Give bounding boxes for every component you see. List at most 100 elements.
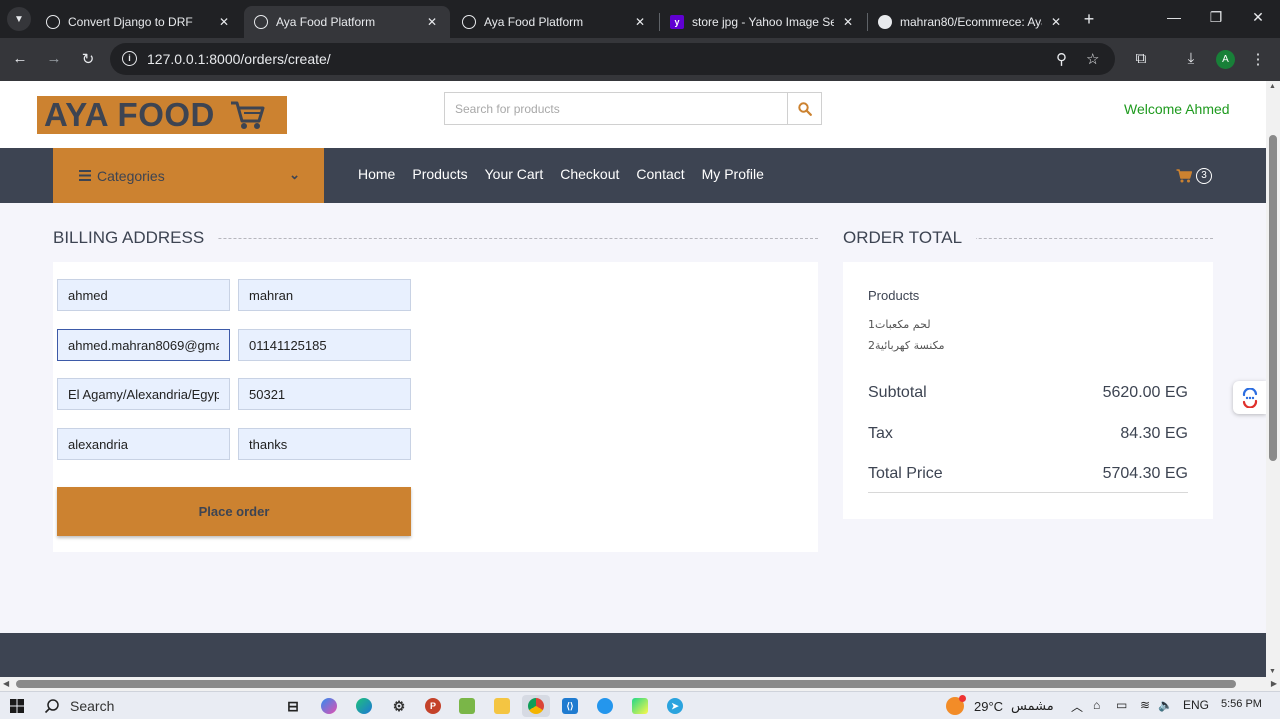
bookmark-star-icon[interactable]: ☆ bbox=[1086, 50, 1099, 68]
tab-search-dropdown-icon[interactable]: ▼ bbox=[7, 7, 31, 31]
logo-text: AYA FOOD bbox=[44, 96, 215, 133]
categories-label: Categories bbox=[97, 167, 165, 184]
postal-code-field[interactable] bbox=[238, 378, 411, 410]
telegram-icon[interactable]: ➤ bbox=[661, 695, 689, 717]
close-icon[interactable]: ✕ bbox=[1048, 15, 1064, 29]
download-icon[interactable]: ⤓ bbox=[1181, 50, 1201, 67]
scroll-right-icon[interactable]: ▶ bbox=[1271, 679, 1277, 688]
place-order-button[interactable]: Place order bbox=[57, 487, 411, 536]
close-icon[interactable]: ✕ bbox=[216, 15, 232, 29]
pycharm-icon[interactable] bbox=[626, 695, 654, 717]
site-logo[interactable]: AYA FOOD bbox=[37, 96, 287, 134]
tax-row: Tax 84.30 EG bbox=[868, 425, 1188, 443]
nav-link-contact[interactable]: Contact bbox=[636, 166, 684, 182]
battery-icon[interactable]: ▭ bbox=[1116, 698, 1127, 712]
browser-menu-icon[interactable]: ⋮ bbox=[1248, 50, 1268, 68]
address-url[interactable]: 127.0.0.1:8000/orders/create/ bbox=[147, 51, 331, 67]
nav-link-home[interactable]: Home bbox=[358, 166, 395, 182]
window-close-icon[interactable]: ✕ bbox=[1248, 9, 1268, 26]
profile-avatar[interactable]: A bbox=[1216, 50, 1235, 69]
tray-device-icon[interactable]: ⌂ bbox=[1093, 698, 1100, 712]
product-search bbox=[444, 92, 822, 125]
task-view-icon[interactable]: ⊟ bbox=[279, 695, 307, 717]
scrollbar-thumb[interactable] bbox=[16, 680, 1236, 688]
horizontal-scrollbar[interactable]: ◀ ▶ bbox=[0, 677, 1280, 691]
last-name-field[interactable] bbox=[238, 279, 411, 311]
close-icon[interactable]: ✕ bbox=[840, 15, 856, 29]
site-info-icon[interactable]: i bbox=[122, 51, 137, 66]
browser-tab-1[interactable]: Convert Django to DRF ✕ bbox=[36, 6, 242, 38]
forward-arrow-icon[interactable]: → bbox=[44, 50, 64, 67]
wifi-icon[interactable]: ≋ bbox=[1140, 698, 1150, 712]
site-footer bbox=[0, 633, 1266, 677]
taskbar-search[interactable]: Search bbox=[44, 696, 114, 716]
tab-title: mahran80/Ecommrece: Aya bbox=[900, 15, 1042, 29]
browser-tab-4[interactable]: y store jpg - Yahoo Image Sea ✕ bbox=[660, 6, 866, 38]
new-tab-icon[interactable]: + bbox=[1079, 9, 1099, 30]
extensions-icon[interactable]: ⧉ bbox=[1131, 50, 1151, 67]
input-language[interactable]: ENG bbox=[1183, 698, 1209, 712]
tray-chevron-up-icon[interactable]: ︿ bbox=[1071, 698, 1083, 715]
vertical-scrollbar[interactable]: ▲ ▼ bbox=[1266, 81, 1280, 677]
file-explorer-icon[interactable] bbox=[488, 695, 516, 717]
billing-title: BILLING ADDRESS bbox=[53, 228, 219, 248]
search-input[interactable] bbox=[445, 93, 787, 124]
minimize-icon[interactable]: — bbox=[1164, 9, 1184, 25]
categories-dropdown[interactable]: Categories ⌄ bbox=[53, 148, 324, 203]
nav-link-products[interactable]: Products bbox=[412, 166, 467, 182]
page-viewport: AYA FOOD Welcome Ahmed bbox=[0, 81, 1266, 677]
sun-icon bbox=[946, 695, 966, 715]
search-button[interactable] bbox=[787, 93, 821, 124]
scroll-up-icon[interactable]: ▲ bbox=[1269, 83, 1276, 90]
welcome-message: Welcome Ahmed bbox=[1124, 101, 1230, 117]
browser-tab-3[interactable]: Aya Food Platform ✕ bbox=[452, 6, 658, 38]
email-field[interactable] bbox=[57, 329, 230, 361]
powerpoint-icon[interactable]: P bbox=[419, 695, 447, 717]
note-field[interactable] bbox=[238, 428, 411, 460]
browser-tab-5[interactable]: mahran80/Ecommrece: Aya ✕ bbox=[868, 6, 1074, 38]
phone-field[interactable] bbox=[238, 329, 411, 361]
notepad-icon[interactable] bbox=[453, 695, 481, 717]
tab-title: Aya Food Platform bbox=[484, 15, 584, 29]
order-item: مكنسة كهربائية2 bbox=[868, 339, 945, 352]
close-icon[interactable]: ✕ bbox=[424, 15, 440, 29]
cart-link[interactable]: 3 bbox=[1176, 163, 1212, 189]
nav-link-checkout[interactable]: Checkout bbox=[560, 166, 619, 182]
products-label: Products bbox=[868, 288, 920, 303]
copilot-icon[interactable] bbox=[315, 695, 343, 717]
zoom-search-icon[interactable]: ⚲ bbox=[1056, 50, 1067, 68]
scrollbar-thumb[interactable] bbox=[1269, 135, 1277, 461]
chat-icon bbox=[1242, 387, 1257, 408]
restore-icon[interactable]: ❐ bbox=[1206, 9, 1226, 26]
weather-widget[interactable]: 29°C مشمس bbox=[946, 695, 1054, 717]
browser-toolbar: ← → ↻ i 127.0.0.1:8000/orders/create/ ⚲ … bbox=[0, 38, 1280, 81]
city-field[interactable] bbox=[57, 428, 230, 460]
first-name-field[interactable] bbox=[57, 279, 230, 311]
browser-tab-2[interactable]: Aya Food Platform ✕ bbox=[244, 6, 450, 38]
edge-icon[interactable] bbox=[350, 695, 378, 717]
globe-icon bbox=[46, 15, 60, 29]
chrome-icon[interactable] bbox=[522, 695, 550, 717]
tab-title: Aya Food Platform bbox=[276, 15, 376, 29]
back-arrow-icon[interactable]: ← bbox=[10, 50, 30, 67]
docker-icon[interactable] bbox=[591, 695, 619, 717]
volume-icon[interactable]: 🔈 bbox=[1158, 698, 1173, 712]
reload-icon[interactable]: ↻ bbox=[78, 50, 98, 68]
search-icon bbox=[797, 101, 812, 116]
taskbar-clock[interactable]: 5:56 PM bbox=[1221, 698, 1262, 710]
chevron-down-icon: ⌄ bbox=[289, 167, 300, 182]
address-bar[interactable]: i 127.0.0.1:8000/orders/create/ ⚲ ☆ bbox=[110, 43, 1115, 75]
chat-widget-button[interactable] bbox=[1233, 381, 1266, 414]
windows-start-icon[interactable] bbox=[10, 699, 24, 713]
scroll-left-icon[interactable]: ◀ bbox=[3, 679, 9, 688]
address-field[interactable] bbox=[57, 378, 230, 410]
cart-count-badge: 3 bbox=[1196, 168, 1212, 184]
vscode-icon[interactable]: ⟨⟩ bbox=[556, 695, 584, 717]
nav-link-cart[interactable]: Your Cart bbox=[485, 166, 544, 182]
site-header: AYA FOOD Welcome Ahmed bbox=[0, 81, 1266, 148]
nav-link-profile[interactable]: My Profile bbox=[702, 166, 764, 182]
settings-gear-icon[interactable]: ⚙ bbox=[385, 695, 413, 717]
close-icon[interactable]: ✕ bbox=[632, 15, 648, 29]
globe-icon bbox=[462, 15, 476, 29]
scroll-down-icon[interactable]: ▼ bbox=[1269, 668, 1276, 675]
